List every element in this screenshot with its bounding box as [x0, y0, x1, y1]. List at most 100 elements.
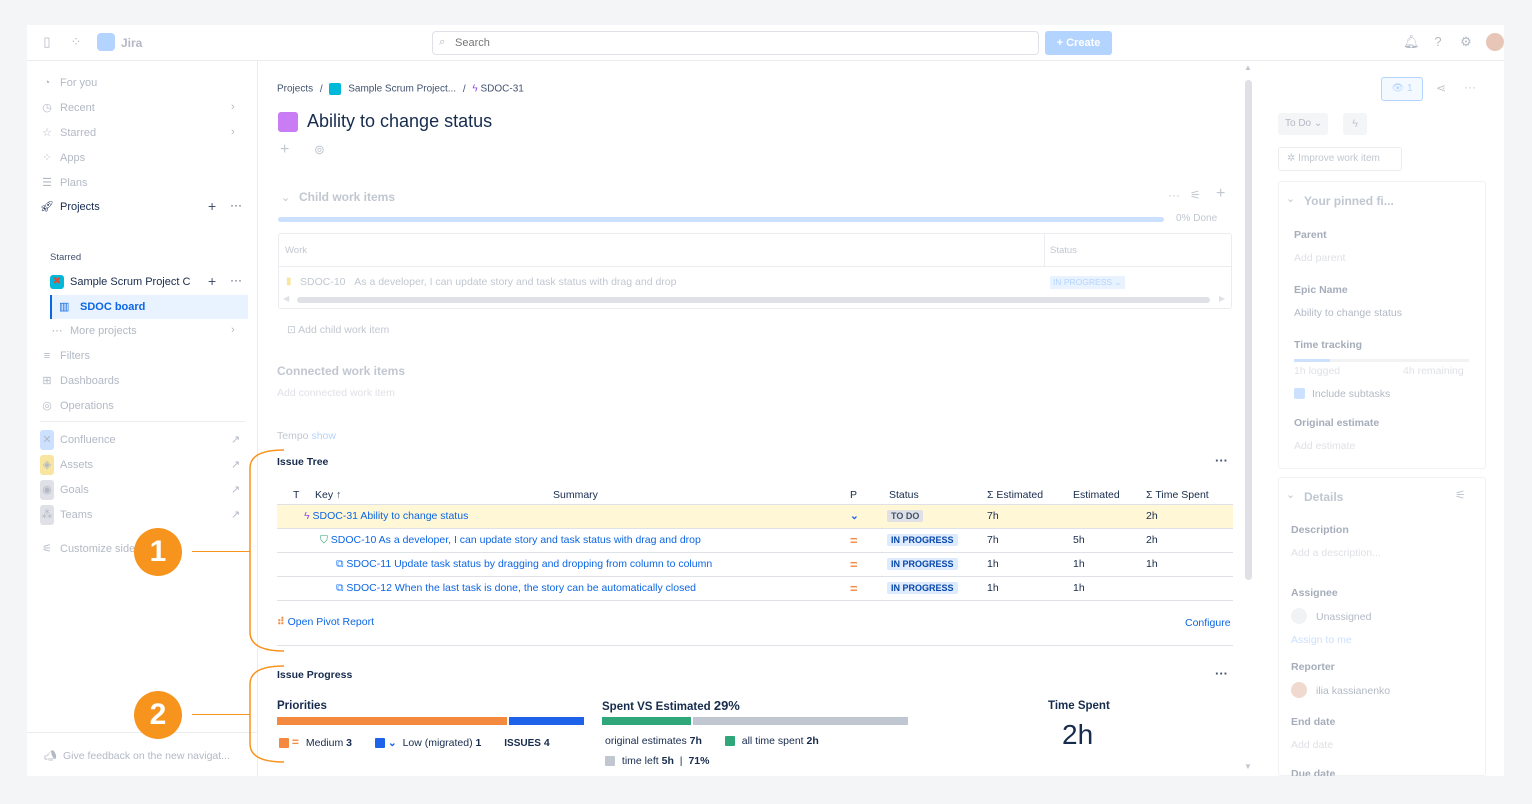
scroll-up-icon[interactable]: ▲: [1244, 63, 1252, 72]
create-button[interactable]: + Create: [1045, 31, 1112, 55]
add-project-icon[interactable]: +: [208, 198, 216, 214]
remaining-segment[interactable]: [692, 717, 908, 725]
avatar[interactable]: [1486, 33, 1504, 51]
status-dropdown[interactable]: To Do ⌄: [1278, 113, 1328, 135]
chevron-right-icon[interactable]: ›: [231, 101, 235, 113]
spent-segment[interactable]: [602, 717, 691, 725]
end-date-value[interactable]: Add date: [1291, 739, 1333, 751]
chevron-down-icon[interactable]: ⌄: [281, 191, 290, 204]
add-icon[interactable]: +: [208, 273, 216, 289]
open-pivot-report[interactable]: ⠾ Open Pivot Report: [277, 616, 374, 628]
chevron-right-icon[interactable]: ›: [231, 324, 235, 336]
sidebar-item-operations[interactable]: ◎ Operations: [40, 396, 114, 416]
help-icon[interactable]: ?: [1431, 35, 1445, 49]
issue-link[interactable]: SDOC-31 Ability to change status: [312, 510, 468, 522]
notifications-icon[interactable]: 🔔︎: [1403, 35, 1420, 49]
col-sum-time-spent[interactable]: Σ Time Spent: [1146, 486, 1233, 505]
include-subtasks-checkbox[interactable]: [1294, 388, 1305, 399]
external-link-icon[interactable]: ↗: [231, 458, 240, 471]
issue-link[interactable]: SDOC-12 When the last task is done, the …: [346, 582, 696, 594]
parent-value[interactable]: Add parent: [1294, 252, 1345, 264]
col-priority[interactable]: P: [850, 486, 887, 505]
sidebar-toggle-icon[interactable]: ▯: [40, 35, 54, 49]
more-icon[interactable]: ···: [230, 273, 242, 287]
feedback-link[interactable]: 📣︎ Give feedback on the new navigat...: [43, 746, 230, 766]
horizontal-scrollbar[interactable]: [297, 297, 1210, 303]
add-connected-item[interactable]: Add connected work item: [277, 387, 395, 399]
scroll-right-icon[interactable]: ▶: [1219, 294, 1225, 303]
col-status[interactable]: Status: [887, 486, 987, 505]
more-icon[interactable]: ···: [1215, 453, 1228, 468]
sidebar-item-recent[interactable]: ◷ Recent: [40, 98, 95, 118]
col-key[interactable]: Key ↑: [315, 486, 375, 505]
sidebar-item-teams[interactable]: ⁂ Teams: [40, 505, 92, 525]
settings-gear-icon[interactable]: ⚙: [1459, 35, 1473, 49]
external-link-icon[interactable]: ↗: [231, 483, 240, 496]
breadcrumb-projects[interactable]: Projects: [277, 84, 313, 95]
more-icon[interactable]: ···: [1168, 188, 1180, 202]
status-badge[interactable]: TO DO: [887, 510, 924, 522]
status-badge[interactable]: IN PROGRESS: [887, 558, 958, 570]
external-link-icon[interactable]: ↗: [231, 433, 240, 446]
status-badge[interactable]: IN PROGRESS: [887, 534, 958, 546]
external-link-icon[interactable]: ↗: [231, 508, 240, 521]
original-estimate-value[interactable]: Add estimate: [1294, 440, 1355, 452]
configure-link[interactable]: Configure: [1185, 617, 1231, 629]
sidebar-item-projects[interactable]: 🚀︎ Projects: [40, 197, 100, 217]
sidebar-item-starred[interactable]: ☆ Starred: [40, 123, 96, 143]
table-row[interactable]: ⧉ SDOC-11 Update task status by dragging…: [277, 552, 1233, 577]
col-type[interactable]: T: [277, 486, 315, 505]
epic-name-value[interactable]: Ability to change status: [1294, 307, 1402, 319]
settings-sliders-icon[interactable]: ⚟: [1190, 188, 1201, 202]
app-switcher-icon[interactable]: ⁘: [69, 35, 83, 49]
status-badge[interactable]: IN PROGRESS: [887, 582, 958, 594]
description-value[interactable]: Add a description...: [1291, 547, 1381, 559]
table-row[interactable]: ⧉ SDOC-12 When the last task is done, th…: [277, 576, 1233, 601]
low-segment[interactable]: [509, 717, 584, 725]
settings-sliders-icon[interactable]: ⚟: [1455, 488, 1466, 502]
issue-link[interactable]: SDOC-11 Update task status by dragging a…: [346, 558, 712, 570]
reporter-value[interactable]: ilia kassianenko: [1316, 685, 1390, 697]
add-icon[interactable]: +: [280, 141, 289, 159]
search-box[interactable]: ⌕: [432, 31, 1039, 55]
sidebar-item-dashboards[interactable]: ⊞ Dashboards: [40, 371, 119, 391]
assignee-value[interactable]: Unassigned: [1316, 611, 1371, 623]
table-row[interactable]: ⛉ SDOC-10 As a developer, I can update s…: [277, 528, 1233, 553]
scroll-down-icon[interactable]: ▼: [1244, 762, 1252, 771]
vertical-scrollbar[interactable]: [1245, 80, 1252, 580]
add-icon[interactable]: +: [1216, 185, 1225, 203]
tempo-show-link[interactable]: show: [311, 430, 336, 442]
sidebar-item-project[interactable]: ✖ Sample Scrum Project C: [50, 272, 190, 292]
sidebar-item-plans[interactable]: ☰ Plans: [40, 173, 87, 193]
scroll-left-icon[interactable]: ◀: [283, 294, 289, 303]
add-child-item[interactable]: ⊡ Add child work item: [287, 324, 389, 336]
page-title[interactable]: Ability to change status: [307, 111, 492, 132]
more-icon[interactable]: ···: [1464, 80, 1476, 94]
share-icon[interactable]: ⋖: [1436, 81, 1446, 95]
sidebar-item-board[interactable]: ▥ SDOC board: [50, 295, 248, 319]
col-estimated[interactable]: Estimated: [1073, 486, 1146, 505]
chevron-down-icon[interactable]: ⌄: [1286, 192, 1295, 205]
issue-link[interactable]: SDOC-10 As a developer, I can update sto…: [331, 534, 701, 546]
sidebar-item-more-projects[interactable]: ⋯ More projects: [50, 321, 137, 341]
sidebar-item-confluence[interactable]: ✕ Confluence: [40, 430, 116, 450]
more-icon[interactable]: ···: [230, 198, 242, 212]
medium-segment[interactable]: [277, 717, 508, 725]
search-input[interactable]: [433, 32, 1038, 54]
child-row[interactable]: SDOC-10 As a developer, I can update sto…: [300, 276, 676, 288]
sidebar-item-assets[interactable]: ◈ Assets: [40, 455, 93, 475]
automation-button[interactable]: ϟ: [1343, 113, 1367, 135]
more-icon[interactable]: ···: [1215, 666, 1228, 681]
assign-to-me-link[interactable]: Assign to me: [1291, 634, 1352, 646]
status-badge[interactable]: IN PROGRESS ⌄: [1050, 276, 1125, 289]
sidebar-item-for-you[interactable]: ◔ For you: [40, 73, 98, 93]
chevron-right-icon[interactable]: ›: [231, 126, 235, 138]
col-summary[interactable]: Summary: [375, 486, 850, 505]
breadcrumb-issue[interactable]: SDOC-31: [480, 84, 523, 95]
chevron-down-icon[interactable]: ⌄: [1286, 488, 1295, 501]
apps-icon[interactable]: ⊚: [314, 142, 325, 158]
sidebar-item-apps[interactable]: ⁘ Apps: [40, 148, 85, 168]
sidebar-item-goals[interactable]: ◉ Goals: [40, 480, 89, 500]
improve-work-item-button[interactable]: ✲ Improve work item: [1278, 147, 1402, 171]
watch-button[interactable]: 👁︎ 1: [1381, 77, 1423, 101]
